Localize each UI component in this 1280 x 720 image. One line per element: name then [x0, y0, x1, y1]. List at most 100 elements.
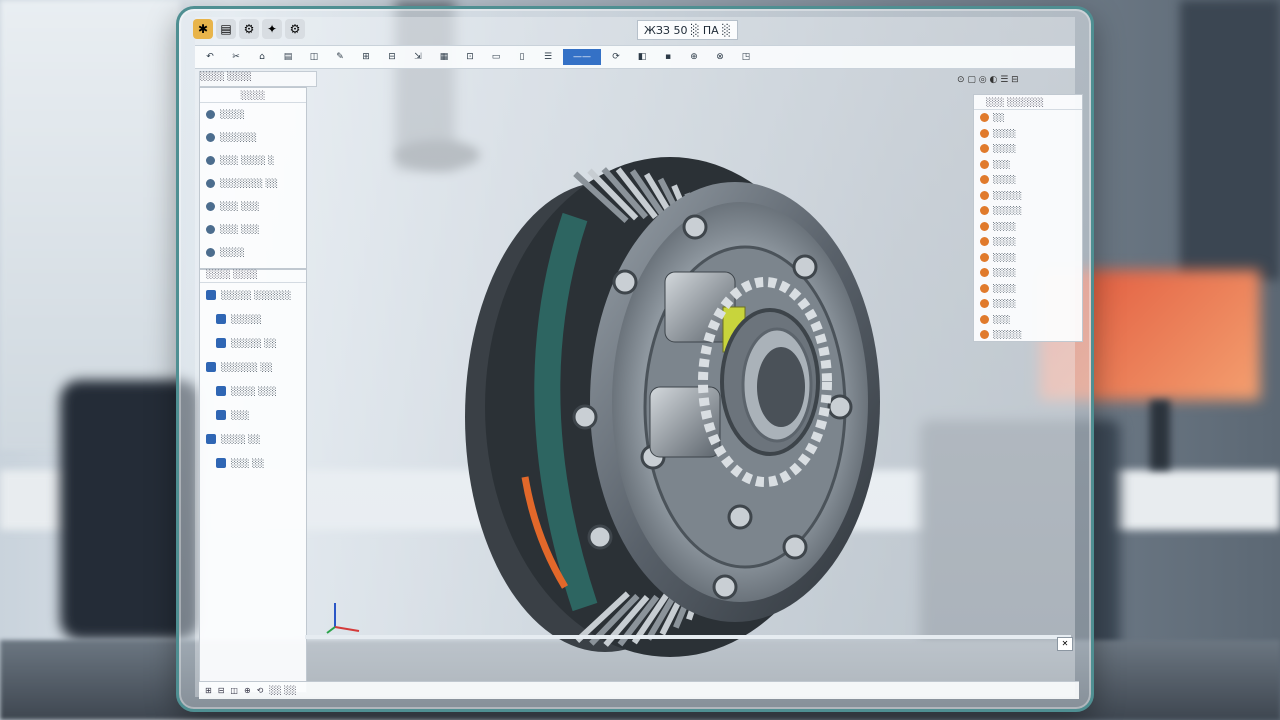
feature-item[interactable]: ░░░░░ ░░░░░░: [200, 283, 306, 307]
toolbar-button[interactable]: ☰: [537, 49, 559, 65]
tree-item[interactable]: ░░░░: [200, 241, 306, 264]
toolbar-button[interactable]: ✎: [329, 49, 351, 65]
status-item[interactable]: ◫: [230, 686, 238, 695]
component-label: ░░░░░: [993, 206, 1022, 216]
feature-item[interactable]: ░░░░░ ░░: [200, 331, 306, 355]
component-label: ░░░░░: [993, 330, 1022, 340]
status-item[interactable]: ⟲: [257, 686, 264, 695]
component-icon: [980, 330, 989, 340]
lower-clamp: [649, 386, 721, 458]
viewport-scrollbar[interactable]: [305, 635, 1071, 639]
window-title: ЖЗЗ 50 ░ ПА ░: [637, 20, 738, 40]
component-label: ░░░░: [993, 144, 1017, 154]
feature-label: ░░░░░ ░░░░░░: [221, 290, 292, 300]
file-icon[interactable]: ▤: [216, 19, 236, 39]
feature-manager-tree: ░░░░ ░░░░ ░░░░░░ ░░░ ░░░░ ░ ░░░░░░░ ░░ ░░░ ░…: [199, 87, 307, 269]
toolbar-button[interactable]: ⊗: [709, 49, 731, 65]
status-item[interactable]: ⊕: [244, 686, 251, 695]
view-controls[interactable]: ⊙ ▢ ◎ ◐ ☰ ⊟: [957, 75, 1075, 89]
feature-label: ░░░░░: [231, 314, 262, 324]
node-icon: [206, 133, 215, 142]
component-label: ░░░░: [993, 237, 1017, 247]
node-icon: [206, 225, 215, 234]
cad-application-window: ✱ ▤ ⚙ ✦ ⚙ ЖЗЗ 50 ░ ПА ░ ↶ ✂ ⌂ ▤ ◫ ✎ ⊞ ⊟ ⇲ ▦ ⊡ ▭ ▯ ☰ ——…: [193, 17, 1083, 699]
component-item[interactable]: ░░░░: [974, 281, 1082, 297]
toolbar-button[interactable]: ↶: [199, 49, 221, 65]
bolt: [572, 404, 598, 430]
component-icon: [980, 113, 989, 123]
toolbar-button[interactable]: ▯: [511, 49, 533, 65]
component-item[interactable]: ░░░░: [974, 219, 1082, 235]
component-item[interactable]: ░░░░░: [974, 188, 1082, 204]
component-item[interactable]: ░░░░: [974, 126, 1082, 142]
toolbar-button[interactable]: ⊕: [683, 49, 705, 65]
bolt: [792, 254, 818, 280]
feature-item[interactable]: ░░░░░: [200, 307, 306, 331]
feature-label: ░░░ ░░: [231, 458, 265, 468]
component-item[interactable]: ░░░: [974, 157, 1082, 173]
component-item[interactable]: ░░░░: [974, 250, 1082, 266]
component-label: ░░░░: [993, 128, 1017, 138]
toolbar-button[interactable]: ⇲: [407, 49, 429, 65]
toolbar-button[interactable]: ▪: [657, 49, 679, 65]
tree-item-label: ░░░ ░░░░ ░: [220, 156, 275, 165]
active-tool-button[interactable]: ——: [563, 49, 601, 65]
status-item[interactable]: ⊞: [205, 686, 212, 695]
component-icon: [980, 314, 989, 324]
app-icon[interactable]: ✱: [193, 19, 213, 39]
feature-icon: [206, 290, 216, 300]
feature-item[interactable]: ░░░░ ░░░: [200, 379, 306, 403]
close-icon[interactable]: ✕: [1057, 637, 1073, 651]
axis-triad[interactable]: [325, 597, 365, 637]
toolbar-button[interactable]: ⊞: [355, 49, 377, 65]
toolbar-button[interactable]: ◫: [303, 49, 325, 65]
component-item[interactable]: ░░: [974, 110, 1082, 126]
component-label: ░░░░: [993, 283, 1017, 293]
feature-item[interactable]: ░░░░ ░░: [200, 427, 306, 451]
tree-item[interactable]: ░░░░░░: [200, 126, 306, 149]
component-item[interactable]: ░░░░░: [974, 327, 1082, 343]
component-icon: [980, 128, 989, 138]
tree-item[interactable]: ░░░ ░░░: [200, 218, 306, 241]
component-item[interactable]: ░░░░: [974, 296, 1082, 312]
toolbar-button[interactable]: ▭: [485, 49, 507, 65]
toolbar-button[interactable]: ⟳: [605, 49, 627, 65]
component-list-panel: ░░░ ░░░░░░ ░░ ░░░░ ░░░░ ░░░ ░░░░ ░░░░░ ░░░░░ ░░…: [973, 94, 1083, 342]
gear-icon[interactable]: ⚙: [239, 19, 259, 39]
toolbar-button[interactable]: ▤: [277, 49, 299, 65]
toolbar-button[interactable]: ⊡: [459, 49, 481, 65]
toolbar-button[interactable]: ◧: [631, 49, 653, 65]
tree-item[interactable]: ░░░ ░░░: [200, 195, 306, 218]
feature-label: ░░░░ ░░: [221, 434, 261, 444]
toolbar-button[interactable]: ⊟: [381, 49, 403, 65]
component-item[interactable]: ░░░░: [974, 265, 1082, 281]
toolbar-button[interactable]: ✂: [225, 49, 247, 65]
component-item[interactable]: ░░░░░: [974, 203, 1082, 219]
3d-clutch-model[interactable]: [455, 117, 915, 657]
left-panel-header: ░░░░ ░░░░: [199, 71, 317, 87]
feature-icon: [206, 434, 216, 444]
component-item[interactable]: ░░░░: [974, 141, 1082, 157]
component-icon: [980, 221, 989, 231]
wrench-icon[interactable]: ✦: [262, 19, 282, 39]
component-icon: [980, 283, 989, 293]
tree-item[interactable]: ░░░░: [200, 103, 306, 126]
feature-item[interactable]: ░░░ ░░: [200, 451, 306, 475]
component-icon: [980, 268, 989, 278]
feature-item[interactable]: ░░░░░░ ░░: [200, 355, 306, 379]
tree-item[interactable]: ░░░░░░░ ░░: [200, 172, 306, 195]
toolbar-button[interactable]: ◳: [735, 49, 757, 65]
component-item[interactable]: ░░░: [974, 312, 1082, 328]
node-icon: [206, 248, 215, 257]
status-item[interactable]: ░░ ░░: [269, 686, 296, 695]
toolbar-button[interactable]: ▦: [433, 49, 455, 65]
settings-icon[interactable]: ⚙: [285, 19, 305, 39]
component-item[interactable]: ░░░░: [974, 234, 1082, 250]
component-item[interactable]: ░░░░: [974, 172, 1082, 188]
component-label: ░░░░: [993, 252, 1017, 262]
tree-item[interactable]: ░░░ ░░░░ ░: [200, 149, 306, 172]
status-item[interactable]: ⊟: [218, 686, 225, 695]
toolbar-button[interactable]: ⌂: [251, 49, 273, 65]
feature-item[interactable]: ░░░: [200, 403, 306, 427]
feature-label: ░░░: [231, 410, 250, 420]
